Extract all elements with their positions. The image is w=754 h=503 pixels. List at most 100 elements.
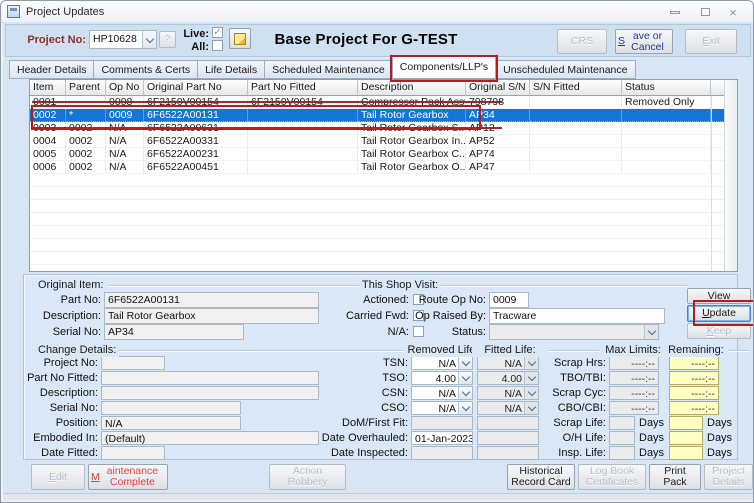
crs-button[interactable]: CRS xyxy=(557,29,607,54)
dropdown-arrow-icon[interactable] xyxy=(458,402,472,414)
col-header-op-no[interactable]: Op No xyxy=(106,80,144,96)
minimize-button[interactable] xyxy=(665,5,685,19)
change-details-group-title: Change Details: xyxy=(35,344,120,357)
dom-first-fit-label: DoM/First Fit: xyxy=(342,417,408,429)
dropdown-arrow-icon[interactable] xyxy=(458,387,472,399)
date-overhauled-field[interactable]: 01-Jan-2023 xyxy=(411,431,473,445)
scrap-hrs-remaining-field: ----:-- xyxy=(669,356,719,370)
project-no-combobox[interactable]: HP10628 xyxy=(89,30,157,49)
update-button[interactable]: Update xyxy=(687,305,751,322)
cd-embodied-in-field[interactable]: (Default) xyxy=(101,431,319,445)
log-book-certificates-button[interactable]: Log Book Certificates xyxy=(578,464,646,490)
save-or-cancel-button[interactable]: Save or Cancel xyxy=(615,29,673,54)
op-raised-by-label: Op Raised By: xyxy=(415,310,486,322)
action-robbery-button[interactable]: Action Robbery xyxy=(269,464,346,490)
op-raised-by-field[interactable]: Tracware xyxy=(489,308,665,324)
table-header-row: Item Parent Op No Original Part No Part … xyxy=(30,80,725,96)
project-no-value: HP10628 xyxy=(93,33,137,45)
days-label: Days xyxy=(707,417,733,429)
update-button-wrap: Update xyxy=(687,300,753,326)
project-details-button[interactable]: Project Details xyxy=(704,464,753,490)
col-header-part-no-fitted[interactable]: Part No Fitted xyxy=(248,80,358,96)
dropdown-arrow-icon[interactable] xyxy=(458,357,472,369)
table-row[interactable]: 0006 0002 N/A 6F6522A00451 Tail Rotor Gearbo… xyxy=(30,161,725,174)
col-header-sn-fitted[interactable]: S/N Fitted xyxy=(530,80,622,96)
col-header-original-sn[interactable]: Original S/N xyxy=(466,80,530,96)
dropdown-arrow-icon[interactable] xyxy=(644,325,658,339)
tsn-removed-combo[interactable]: N/A xyxy=(411,356,473,370)
view-button[interactable]: View xyxy=(687,288,751,304)
col-header-original-part-no[interactable]: Original Part No xyxy=(144,80,248,96)
tab-unscheduled-maintenance[interactable]: Unscheduled Maintenance xyxy=(495,60,636,79)
table-row[interactable]: 0004 0002 N/A 6F6522A00331 Tail Rotor Gearbo… xyxy=(30,135,725,148)
cd-position-label: Position: xyxy=(55,417,98,429)
status-combobox[interactable] xyxy=(489,324,659,340)
cd-description-field[interactable] xyxy=(101,386,319,400)
insp-life-max-field xyxy=(609,446,635,460)
fitted-life-header: Fitted Life: xyxy=(472,344,548,357)
col-header-blank xyxy=(711,80,725,96)
maintenance-complete-button[interactable]: Maintenance Complete xyxy=(88,464,168,490)
col-header-status[interactable]: Status xyxy=(622,80,711,96)
tab-comments-certs[interactable]: Comments & Certs xyxy=(93,60,199,79)
window-bottom-frame xyxy=(3,493,753,500)
cd-date-fitted-field[interactable] xyxy=(101,446,165,460)
max-limits-header: Max Limits: xyxy=(599,344,667,357)
cbo-remaining-field: ----:-- xyxy=(669,401,719,415)
scrap-life-remaining-field xyxy=(669,416,703,430)
cd-part-no-fitted-label: Part No Fitted: xyxy=(27,372,98,384)
insp-life-label: Insp. Life: xyxy=(558,447,606,459)
dropdown-arrow-icon[interactable] xyxy=(458,372,472,384)
tso-removed-combo[interactable]: 4.00 xyxy=(411,371,473,385)
col-header-item[interactable]: Item xyxy=(30,80,66,96)
csn-removed-combo[interactable]: N/A xyxy=(411,386,473,400)
cd-part-no-fitted-field[interactable] xyxy=(101,371,319,385)
table-row-selected[interactable]: 0002 * 0009 6F6522A00131 Tail Rotor Gearbox A… xyxy=(30,109,725,122)
oh-life-remaining-field xyxy=(669,431,703,445)
scrap-cyc-remaining-field: ----:-- xyxy=(669,386,719,400)
keep-button[interactable]: Keep xyxy=(687,323,751,339)
days-label: Days xyxy=(707,432,733,444)
oh-life-max-field xyxy=(609,431,635,445)
tab-header-details[interactable]: Header Details xyxy=(9,60,95,79)
tab-life-details[interactable]: Life Details xyxy=(197,60,266,79)
vertical-scrollbar[interactable] xyxy=(724,80,737,271)
original-item-group-title: Original Item: xyxy=(35,279,107,292)
components-table: Item Parent Op No Original Part No Part … xyxy=(29,79,738,272)
scrap-hrs-max-field: ----:-- xyxy=(609,356,659,370)
edit-button[interactable]: Edit xyxy=(31,464,85,490)
close-icon: × xyxy=(729,4,737,20)
col-header-description[interactable]: Description xyxy=(358,80,466,96)
exit-button[interactable]: Exit xyxy=(685,29,737,54)
part-no-field[interactable]: 6F6522A00131 xyxy=(104,292,319,308)
tab-scheduled-maintenance[interactable]: Scheduled Maintenance xyxy=(264,60,393,79)
close-button[interactable]: × xyxy=(723,5,743,19)
tab-components-llps[interactable]: Components/LLP's xyxy=(389,55,499,82)
dropdown-arrow-icon[interactable] xyxy=(142,31,156,48)
cd-project-no-field[interactable] xyxy=(101,356,165,370)
tbo-remaining-field: ----:-- xyxy=(669,371,719,385)
part-no-label: Part No: xyxy=(60,294,101,306)
col-header-parent[interactable]: Parent xyxy=(66,80,106,96)
oh-life-label: O/H Life: xyxy=(562,432,606,444)
route-op-no-field[interactable]: 0009 xyxy=(489,292,529,308)
cd-serial-no-field[interactable] xyxy=(101,401,241,415)
dom-removed-field[interactable] xyxy=(411,416,473,430)
serial-no-field[interactable]: AP34 xyxy=(104,324,244,340)
print-pack-button[interactable]: Print Pack xyxy=(649,464,701,490)
cso-removed-combo[interactable]: N/A xyxy=(411,401,473,415)
date-inspected-field[interactable] xyxy=(411,446,473,460)
days-label: Days xyxy=(639,432,665,444)
date-overhauled-label: Date Overhauled: xyxy=(321,432,408,444)
csn-label: CSN: xyxy=(381,387,408,399)
insp-life-remaining-field xyxy=(669,446,703,460)
cd-position-field[interactable]: N/A xyxy=(101,416,241,430)
restore-button[interactable] xyxy=(695,5,715,19)
strikethrough-line-row3 xyxy=(32,127,502,129)
description-field[interactable]: Tail Rotor Gearbox xyxy=(104,308,319,324)
cd-serial-no-label: Serial No: xyxy=(49,402,98,414)
title-bar[interactable]: Project Updates xyxy=(1,1,753,23)
live-label: Live: xyxy=(183,28,209,40)
historical-record-card-button[interactable]: Historical Record Card xyxy=(507,464,575,490)
table-row[interactable]: 0005 0002 N/A 6F6522A00231 Tail Rotor Gearbo… xyxy=(30,148,725,161)
